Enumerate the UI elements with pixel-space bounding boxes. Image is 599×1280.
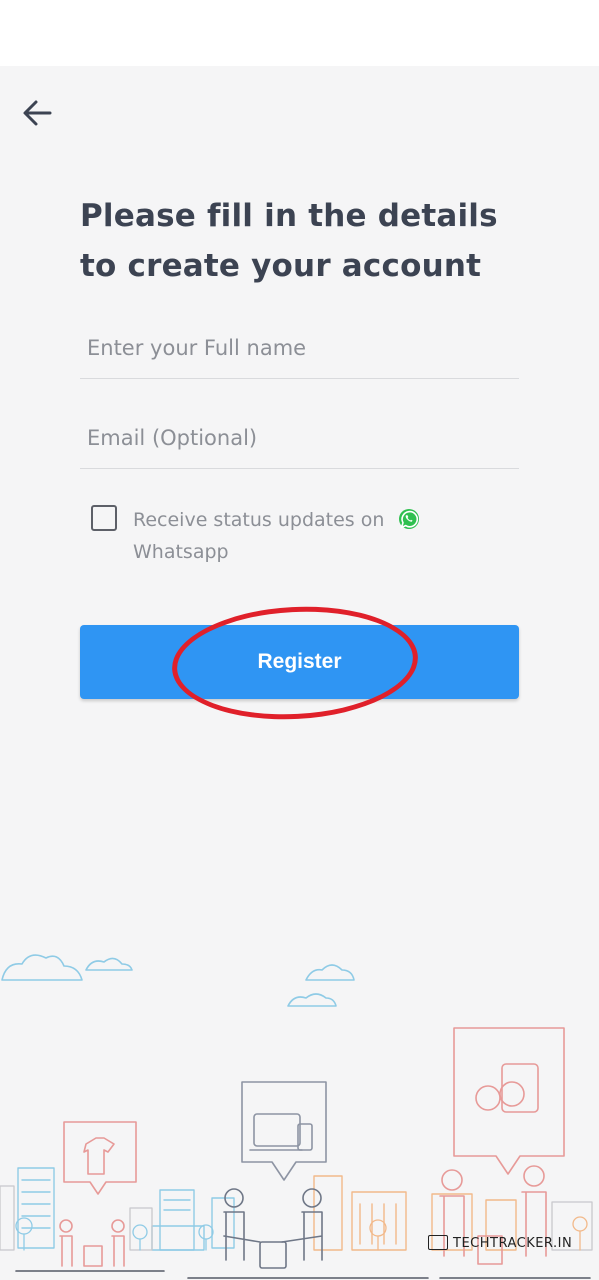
register-button[interactable]: Register (80, 625, 519, 699)
whatsapp-icon (399, 509, 420, 529)
status-bar-area (0, 0, 599, 66)
whatsapp-updates-checkbox[interactable] (91, 505, 117, 531)
watermark-logo-icon (428, 1235, 448, 1250)
register-button-label: Register (257, 650, 342, 673)
full-name-field (80, 320, 519, 379)
whatsapp-updates-label[interactable]: Receive status updates on Whatsapp (133, 504, 463, 568)
register-screen: Please fill in the details to create you… (0, 66, 599, 1280)
arrow-left-icon[interactable] (18, 96, 58, 130)
full-name-input[interactable] (80, 320, 519, 376)
whatsapp-label-text-cont: Whatsapp (133, 541, 229, 563)
cloud-icon (1, 954, 355, 1007)
email-field (80, 410, 519, 469)
whatsapp-label-text: Receive status updates on (133, 509, 385, 531)
email-input[interactable] (80, 410, 519, 466)
city-shopping-illustration (0, 954, 593, 1279)
watermark-text: TECHTRACKER.IN (453, 1236, 573, 1251)
page-title: Please fill in the details to create you… (80, 198, 498, 284)
